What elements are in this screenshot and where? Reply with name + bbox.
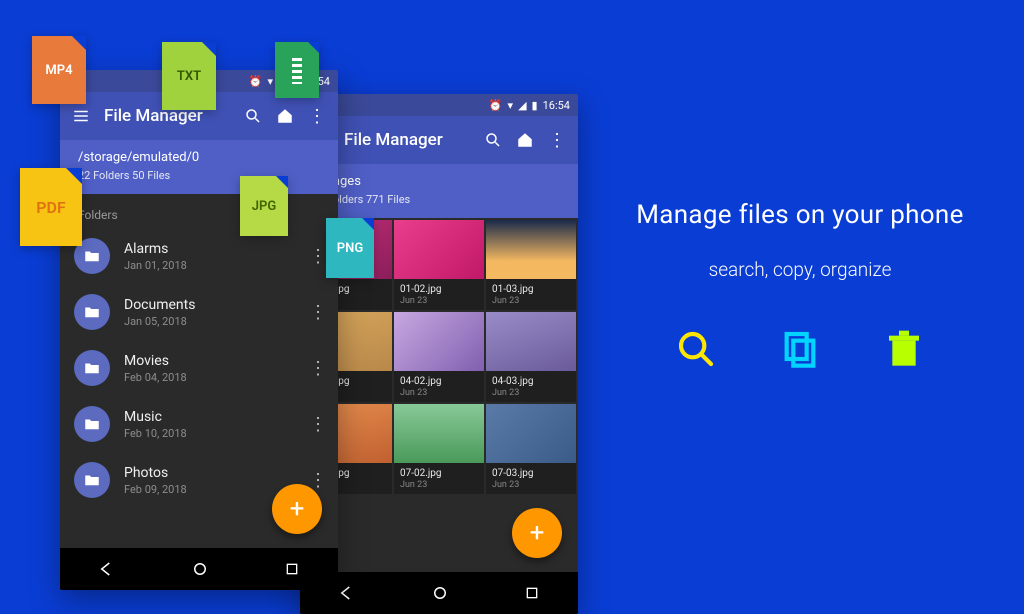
image-tile[interactable]: 01-02.jpgJun 23 [394, 220, 484, 310]
android-navbar [60, 548, 338, 590]
home-icon[interactable] [276, 107, 294, 125]
recents-nav-icon[interactable] [284, 561, 300, 577]
app-bar: File Manager ⋮ [300, 116, 578, 164]
folder-date: Feb 04, 2018 [124, 371, 308, 384]
folder-item[interactable]: Movies Feb 04, 2018 ⋮ [60, 340, 338, 396]
recents-nav-icon[interactable] [524, 585, 540, 601]
android-navbar [300, 572, 578, 614]
filetype-badge-zip [275, 42, 319, 98]
folder-list: Alarms Jan 01, 2018 ⋮ Documents Jan 05, 20… [60, 228, 338, 508]
alarm-icon: ⏰ [249, 75, 263, 88]
filetype-badge-mp4: MP4 [32, 36, 86, 104]
item-overflow-icon[interactable]: ⋮ [308, 358, 328, 379]
status-bar: ⏰ ▾ ◢ ▮ 16:54 [300, 94, 578, 116]
folder-icon [74, 406, 110, 442]
filetype-badge-txt: TXT [162, 42, 216, 110]
folder-name: Movies [124, 353, 308, 369]
folder-item[interactable]: Alarms Jan 01, 2018 ⋮ [60, 228, 338, 284]
promo-panel: Manage files on your phone search, copy,… [600, 200, 1000, 369]
folder-item[interactable]: Documents Jan 05, 2018 ⋮ [60, 284, 338, 340]
breadcrumb-subheader: /storage/emulated/0 22 Folders 50 Files [60, 140, 338, 194]
item-overflow-icon[interactable]: ⋮ [308, 302, 328, 323]
folder-name: Photos [124, 465, 308, 481]
folder-counts: 0 Folders 771 Files [318, 193, 560, 206]
alarm-icon: ⏰ [489, 99, 503, 112]
phone-screenshot-images: ⏰ ▾ ◢ ▮ 16:54 File Manager ⋮ Images 0 Fo… [300, 94, 578, 614]
home-icon[interactable] [516, 131, 534, 149]
folder-name: Alarms [124, 241, 308, 257]
promo-heading: Manage files on your phone [600, 200, 1000, 230]
filetype-badge-jpg: JPG [240, 176, 288, 236]
battery-icon: ▮ [532, 99, 538, 112]
folder-date: Jan 05, 2018 [124, 315, 308, 328]
phone-screenshot-folders: ⏰ ▾ ◢ ▮ 16:54 File Manager ⋮ /storage/em… [60, 70, 338, 590]
trash-icon [884, 329, 924, 369]
overflow-icon[interactable]: ⋮ [308, 106, 326, 127]
overflow-icon[interactable]: ⋮ [548, 130, 566, 151]
breadcrumb-path: Images [318, 174, 560, 189]
fab-add-button[interactable]: + [512, 508, 562, 558]
item-overflow-icon[interactable]: ⋮ [308, 246, 328, 267]
folder-icon [74, 462, 110, 498]
signal-icon: ◢ [518, 99, 526, 112]
image-tile[interactable]: 01-03.jpgJun 23 [486, 220, 576, 310]
breadcrumb-subheader: Images 0 Folders 771 Files [300, 164, 578, 218]
folder-date: Jan 01, 2018 [124, 259, 308, 272]
wifi-icon: ▾ [268, 75, 274, 88]
image-tile[interactable]: 07-02.jpgJun 23 [394, 404, 484, 494]
search-icon [676, 329, 716, 369]
image-tile[interactable]: 07-03.jpgJun 23 [486, 404, 576, 494]
home-nav-icon[interactable] [431, 584, 449, 602]
fab-add-button[interactable]: + [272, 484, 322, 534]
copy-icon [780, 329, 820, 369]
filetype-badge-png: PNG [326, 218, 374, 278]
folder-date: Feb 10, 2018 [124, 427, 308, 440]
app-title: File Manager [344, 130, 470, 150]
promo-icons-row [600, 329, 1000, 369]
folder-item[interactable]: Music Feb 10, 2018 ⋮ [60, 396, 338, 452]
folder-name: Music [124, 409, 308, 425]
back-nav-icon[interactable] [338, 584, 356, 602]
home-nav-icon[interactable] [191, 560, 209, 578]
item-overflow-icon[interactable]: ⋮ [308, 414, 328, 435]
section-label: Folders [60, 194, 338, 228]
search-icon[interactable] [244, 107, 262, 125]
status-time: 16:54 [543, 99, 570, 112]
filetype-badge-pdf: PDF [20, 168, 82, 246]
hamburger-icon[interactable] [72, 107, 90, 125]
folder-name: Documents [124, 297, 308, 313]
folder-icon [74, 294, 110, 330]
image-tile[interactable]: 04-03.jpgJun 23 [486, 312, 576, 402]
breadcrumb-path: /storage/emulated/0 [78, 150, 320, 165]
promo-subheading: search, copy, organize [600, 258, 1000, 281]
image-tile[interactable]: 04-02.jpgJun 23 [394, 312, 484, 402]
back-nav-icon[interactable] [98, 560, 116, 578]
search-icon[interactable] [484, 131, 502, 149]
folder-icon [74, 350, 110, 386]
wifi-icon: ▾ [508, 99, 514, 112]
